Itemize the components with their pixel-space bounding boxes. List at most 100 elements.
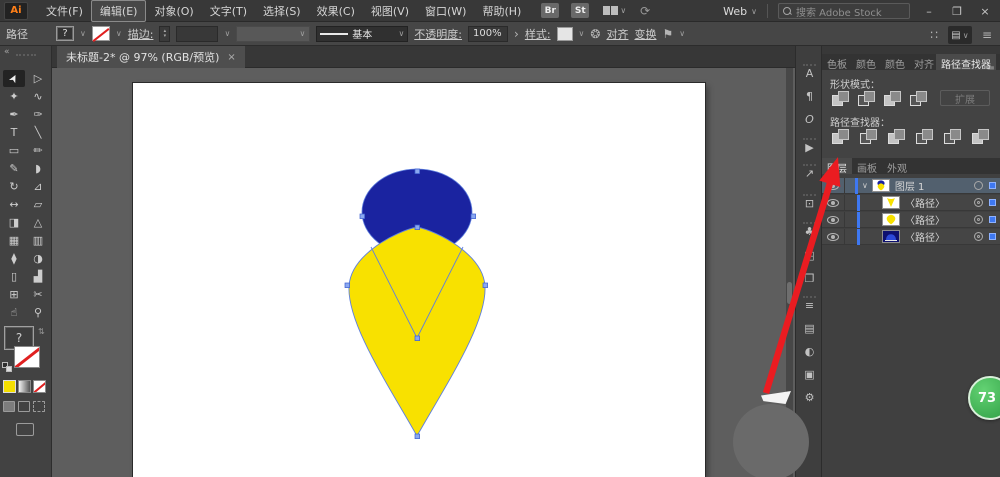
target-icon[interactable] [974, 198, 983, 207]
menu-effect[interactable]: 效果(C) [309, 1, 363, 21]
workspace-switcher[interactable]: Web∨ [723, 5, 757, 18]
dock-grip[interactable] [803, 222, 816, 224]
perspective-grid-tool[interactable]: △ [27, 214, 49, 231]
artboards-panel-icon[interactable]: ❐ [796, 272, 823, 285]
target-icon[interactable] [974, 232, 983, 241]
chevron-down-icon[interactable]: ∨ [80, 29, 86, 38]
layer-label[interactable]: 〈路径〉 [905, 212, 974, 227]
slice-tool[interactable]: ✂ [27, 286, 49, 303]
style-swatch[interactable] [557, 27, 573, 41]
gradient-panel-icon[interactable]: ▤ [796, 322, 823, 335]
draw-inside-mode-button[interactable] [33, 401, 45, 412]
arrange-documents-icon[interactable]: ∨ [603, 6, 626, 15]
recolor-artwork-icon[interactable]: ❂ [590, 27, 600, 41]
fill-color-swatch[interactable]: ? [56, 26, 74, 41]
transform-panel-icon[interactable]: ⊡ [796, 197, 823, 210]
gradient-tool[interactable]: ▥ [27, 232, 49, 249]
menu-window[interactable]: 窗口(W) [417, 1, 474, 21]
lasso-tool[interactable]: ∿ [27, 88, 49, 105]
brush-definition-select[interactable]: 基本∨ [316, 26, 408, 42]
selection-indicator[interactable] [989, 216, 996, 223]
links-panel-icon[interactable]: ▣ [796, 368, 823, 381]
restore-button[interactable]: ❐ [948, 5, 966, 18]
color-button[interactable] [3, 380, 16, 393]
align-link[interactable]: 对齐 [606, 26, 628, 42]
symbols-panel-icon[interactable]: ♣ [796, 225, 823, 238]
opentype-panel-icon[interactable]: O [796, 113, 823, 126]
rotate-tool[interactable]: ↻ [3, 178, 25, 195]
opacity-field[interactable]: 100% [468, 26, 508, 42]
menu-file[interactable]: 文件(F) [38, 1, 91, 21]
tab-color-guide[interactable]: 颜色 [880, 54, 909, 70]
selection-indicator[interactable] [989, 199, 996, 206]
stroke-weight-stepper[interactable]: ▴▾ [159, 26, 170, 42]
gears-panel-icon[interactable]: ⚙ [796, 391, 823, 404]
menu-help[interactable]: 帮助(H) [474, 1, 529, 21]
mesh-tool[interactable]: ▦ [3, 232, 25, 249]
tab-artboards[interactable]: 画板 [852, 158, 882, 174]
chevron-down-icon[interactable]: ∨ [579, 29, 585, 38]
selection-tool[interactable]: ➤ [3, 70, 25, 87]
menu-list-icon[interactable]: ≡ [982, 28, 992, 42]
none-button[interactable] [33, 380, 46, 393]
layer-label[interactable]: 〈路径〉 [905, 229, 974, 244]
menu-select[interactable]: 选择(S) [255, 1, 309, 21]
eyedropper-tool[interactable]: ⧫ [3, 250, 25, 267]
dock-grip[interactable] [803, 296, 816, 298]
sync-icon[interactable]: ⟳ [640, 4, 650, 18]
merge-button[interactable] [886, 128, 906, 144]
crop-button[interactable] [914, 128, 934, 144]
tab-close-icon[interactable]: × [227, 52, 235, 63]
image-trace-panel-icon[interactable]: ◳ [796, 249, 823, 262]
dock-grip[interactable] [803, 64, 816, 66]
opacity-label[interactable]: 不透明度: [414, 26, 462, 42]
visibility-eye-icon[interactable] [827, 216, 839, 224]
yellow-teardrop-shape[interactable] [349, 227, 485, 436]
canvas-area[interactable] [52, 68, 795, 477]
character-panel-icon[interactable]: A [796, 67, 823, 80]
swap-fill-stroke-icon[interactable]: ⇅ [38, 327, 45, 336]
disclosure-triangle-icon[interactable]: ∨ [862, 181, 868, 190]
type-tool[interactable]: T [3, 124, 25, 141]
direct-selection-tool[interactable]: ▷ [27, 70, 49, 87]
minus-front-button[interactable] [856, 90, 876, 106]
shape-builder-tool[interactable]: ◨ [3, 214, 25, 231]
column-graph-tool[interactable]: ▟ [27, 268, 49, 285]
dock-grip[interactable] [803, 194, 816, 196]
target-icon[interactable] [974, 215, 983, 224]
transparency-panel-icon[interactable]: ◐ [796, 345, 823, 358]
free-transform-tool[interactable]: ▱ [27, 196, 49, 213]
panel-grip[interactable] [16, 54, 36, 56]
bridge-button[interactable]: Br [541, 3, 559, 18]
tab-swatches[interactable]: 色板 [822, 54, 851, 70]
transform-link[interactable]: 变换 [634, 26, 656, 42]
layer-row[interactable]: 〈路径〉 [822, 229, 1000, 245]
scale-tool[interactable]: ⊿ [27, 178, 49, 195]
menu-view[interactable]: 视图(V) [363, 1, 417, 21]
divide-button[interactable] [830, 128, 850, 144]
rectangle-tool[interactable]: ▭ [3, 142, 25, 159]
layer-row[interactable]: 〈路径〉 [822, 195, 1000, 211]
intersect-button[interactable] [882, 90, 902, 106]
layer-label[interactable]: 图层 1 [895, 178, 974, 193]
menu-edit[interactable]: 编辑(E) [91, 0, 147, 22]
paragraph-panel-icon[interactable]: ¶ [796, 90, 823, 103]
change-screen-mode-button[interactable] [16, 423, 34, 436]
magic-wand-tool[interactable]: ✦ [3, 88, 25, 105]
draw-normal-mode-button[interactable] [3, 401, 15, 412]
layer-row[interactable]: ∨ 图层 1 [822, 178, 1000, 194]
layer-thumbnail[interactable] [882, 196, 900, 209]
target-icon[interactable] [974, 181, 983, 190]
curvature-tool[interactable]: ✑ [27, 106, 49, 123]
layer-thumbnail[interactable] [882, 213, 900, 226]
hand-tool[interactable]: ☝ [3, 304, 25, 321]
tab-layers[interactable]: 图层 [822, 158, 852, 174]
chevron-down-icon[interactable]: ∨ [679, 29, 685, 38]
stock-button[interactable]: St [571, 3, 589, 18]
stroke-panel-icon[interactable]: ≡ [796, 299, 823, 312]
line-segment-tool[interactable]: ╲ [27, 124, 49, 141]
default-fill-stroke-icon[interactable] [2, 362, 13, 372]
step-down-icon[interactable]: ▾ [164, 34, 167, 39]
stroke-color-swatch[interactable] [92, 26, 110, 41]
tab-color[interactable]: 颜色 [851, 54, 880, 70]
